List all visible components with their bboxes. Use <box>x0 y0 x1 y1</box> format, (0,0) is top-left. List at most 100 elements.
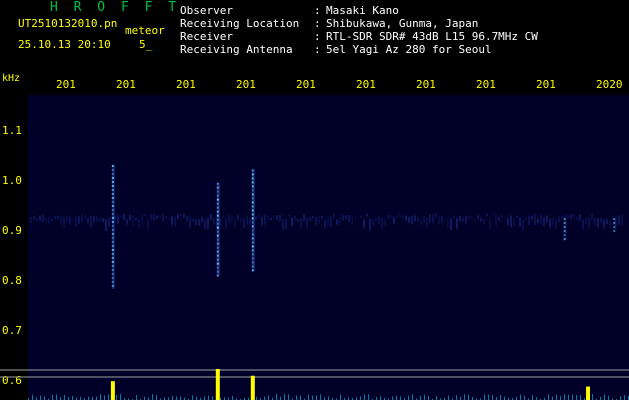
carrier-band-segment <box>144 213 146 216</box>
meteor-echo-point <box>251 193 254 196</box>
meta-label: Receiving Antenna <box>180 43 293 56</box>
carrier-band-segment <box>597 217 599 228</box>
carrier-band-segment <box>456 217 458 229</box>
meteor-echo-point <box>111 272 114 275</box>
power-noise <box>604 394 605 400</box>
carrier-band-segment <box>513 217 515 227</box>
carrier-band-segment <box>579 214 581 221</box>
carrier-band-segment <box>588 216 590 228</box>
power-noise <box>492 394 493 400</box>
meteor-echo-point <box>111 196 114 199</box>
carrier-band-segment <box>420 218 422 225</box>
carrier-band-segment <box>294 215 296 220</box>
meta-colon: : <box>314 30 321 43</box>
power-noise <box>276 394 277 400</box>
count-label: 5_ <box>139 38 153 51</box>
power-noise <box>300 395 301 400</box>
meteor-echo-point <box>251 257 254 260</box>
carrier-band-segment <box>225 217 227 230</box>
carrier-band-segment <box>483 218 485 225</box>
carrier-band-segment <box>618 215 620 226</box>
power-noise <box>64 394 65 400</box>
meteor-echo-point <box>251 249 254 252</box>
power-noise <box>620 396 621 400</box>
power-peak <box>586 386 591 400</box>
filename-label: UT2510132010.pn <box>18 17 118 30</box>
carrier-band-segment <box>522 219 524 231</box>
carrier-band-segment <box>132 215 134 227</box>
header-panel: H R O F F T UT2510132010.pn meteor 25.10… <box>0 0 629 72</box>
time-axis: 201 201 201 201 201 201 201 201 201 2020 <box>0 78 629 92</box>
power-noise <box>460 396 461 400</box>
meteor-echo-point <box>251 217 254 220</box>
carrier-band-segment <box>432 214 434 224</box>
carrier-band-segment <box>321 215 323 219</box>
meteor-echo-point <box>216 234 219 237</box>
power-noise <box>396 395 397 400</box>
power-noise <box>172 395 173 400</box>
carrier-band-segment <box>309 216 311 222</box>
meteor-echo-point <box>251 185 254 188</box>
carrier-band-segment <box>489 217 491 229</box>
carrier-band-segment <box>189 216 191 228</box>
power-noise <box>448 395 449 400</box>
meteor-echo-point <box>111 216 114 219</box>
carrier-band-segment <box>237 214 239 221</box>
carrier-band-segment <box>438 215 440 225</box>
power-noise <box>204 396 205 400</box>
carrier-band-segment <box>231 215 233 223</box>
carrier-band-segment <box>603 219 605 229</box>
carrier-band-segment <box>324 219 326 229</box>
meteor-echo-point <box>216 214 219 217</box>
carrier-band-segment <box>549 218 551 228</box>
power-noise <box>144 396 145 400</box>
meteor-echo-point <box>216 218 219 221</box>
carrier-band-segment <box>501 215 503 218</box>
carrier-band-segment <box>264 214 266 226</box>
carrier-band-segment <box>510 215 512 227</box>
carrier-band-segment <box>495 213 497 226</box>
meteor-echo-point <box>216 238 219 241</box>
app-title: H R O F F T <box>50 0 181 15</box>
meteor-echo-point <box>111 236 114 239</box>
meta-label: Receiving Location <box>180 17 300 30</box>
meteor-echo-point <box>111 256 114 259</box>
meteor-echo-point <box>216 262 219 265</box>
meteor-echo-point <box>111 220 114 223</box>
carrier-band-segment <box>240 218 242 222</box>
power-noise <box>548 394 549 400</box>
meteor-echo-point <box>251 205 254 208</box>
carrier-band-segment <box>378 215 380 224</box>
meta-label: Receiver <box>180 30 233 43</box>
carrier-band-segment <box>63 216 65 229</box>
time-tick: 2020 <box>596 78 623 91</box>
carrier-band-segment <box>249 219 251 225</box>
carrier-band-segment <box>195 219 197 226</box>
meteor-echo-point <box>216 222 219 225</box>
meteor-echo-point <box>251 181 254 184</box>
carrier-band-segment <box>369 218 371 231</box>
meteor-echo-point <box>251 245 254 248</box>
power-noise <box>232 395 233 400</box>
carrier-band-segment <box>141 214 143 225</box>
carrier-band-segment <box>147 218 149 229</box>
meteor-echo-trail <box>251 169 255 272</box>
meteor-echo-point <box>216 210 219 213</box>
carrier-band-segment <box>84 214 86 221</box>
carrier-band-segment <box>243 217 245 229</box>
carrier-band-segment <box>477 215 479 219</box>
carrier-band-segment <box>345 215 347 220</box>
power-noise <box>532 395 533 400</box>
power-noise <box>280 396 281 400</box>
meteor-echo-point <box>251 177 254 180</box>
meteor-echo-point <box>216 266 219 269</box>
power-noise <box>288 394 289 400</box>
power-noise <box>180 396 181 400</box>
carrier-band-segment <box>354 216 356 218</box>
time-tick: 201 <box>56 78 76 91</box>
meteor-echo-point <box>216 250 219 253</box>
meteor-echo-point <box>216 182 219 185</box>
carrier-band-segment <box>138 218 140 228</box>
carrier-band-segment <box>276 215 278 220</box>
power-noise <box>400 396 401 400</box>
